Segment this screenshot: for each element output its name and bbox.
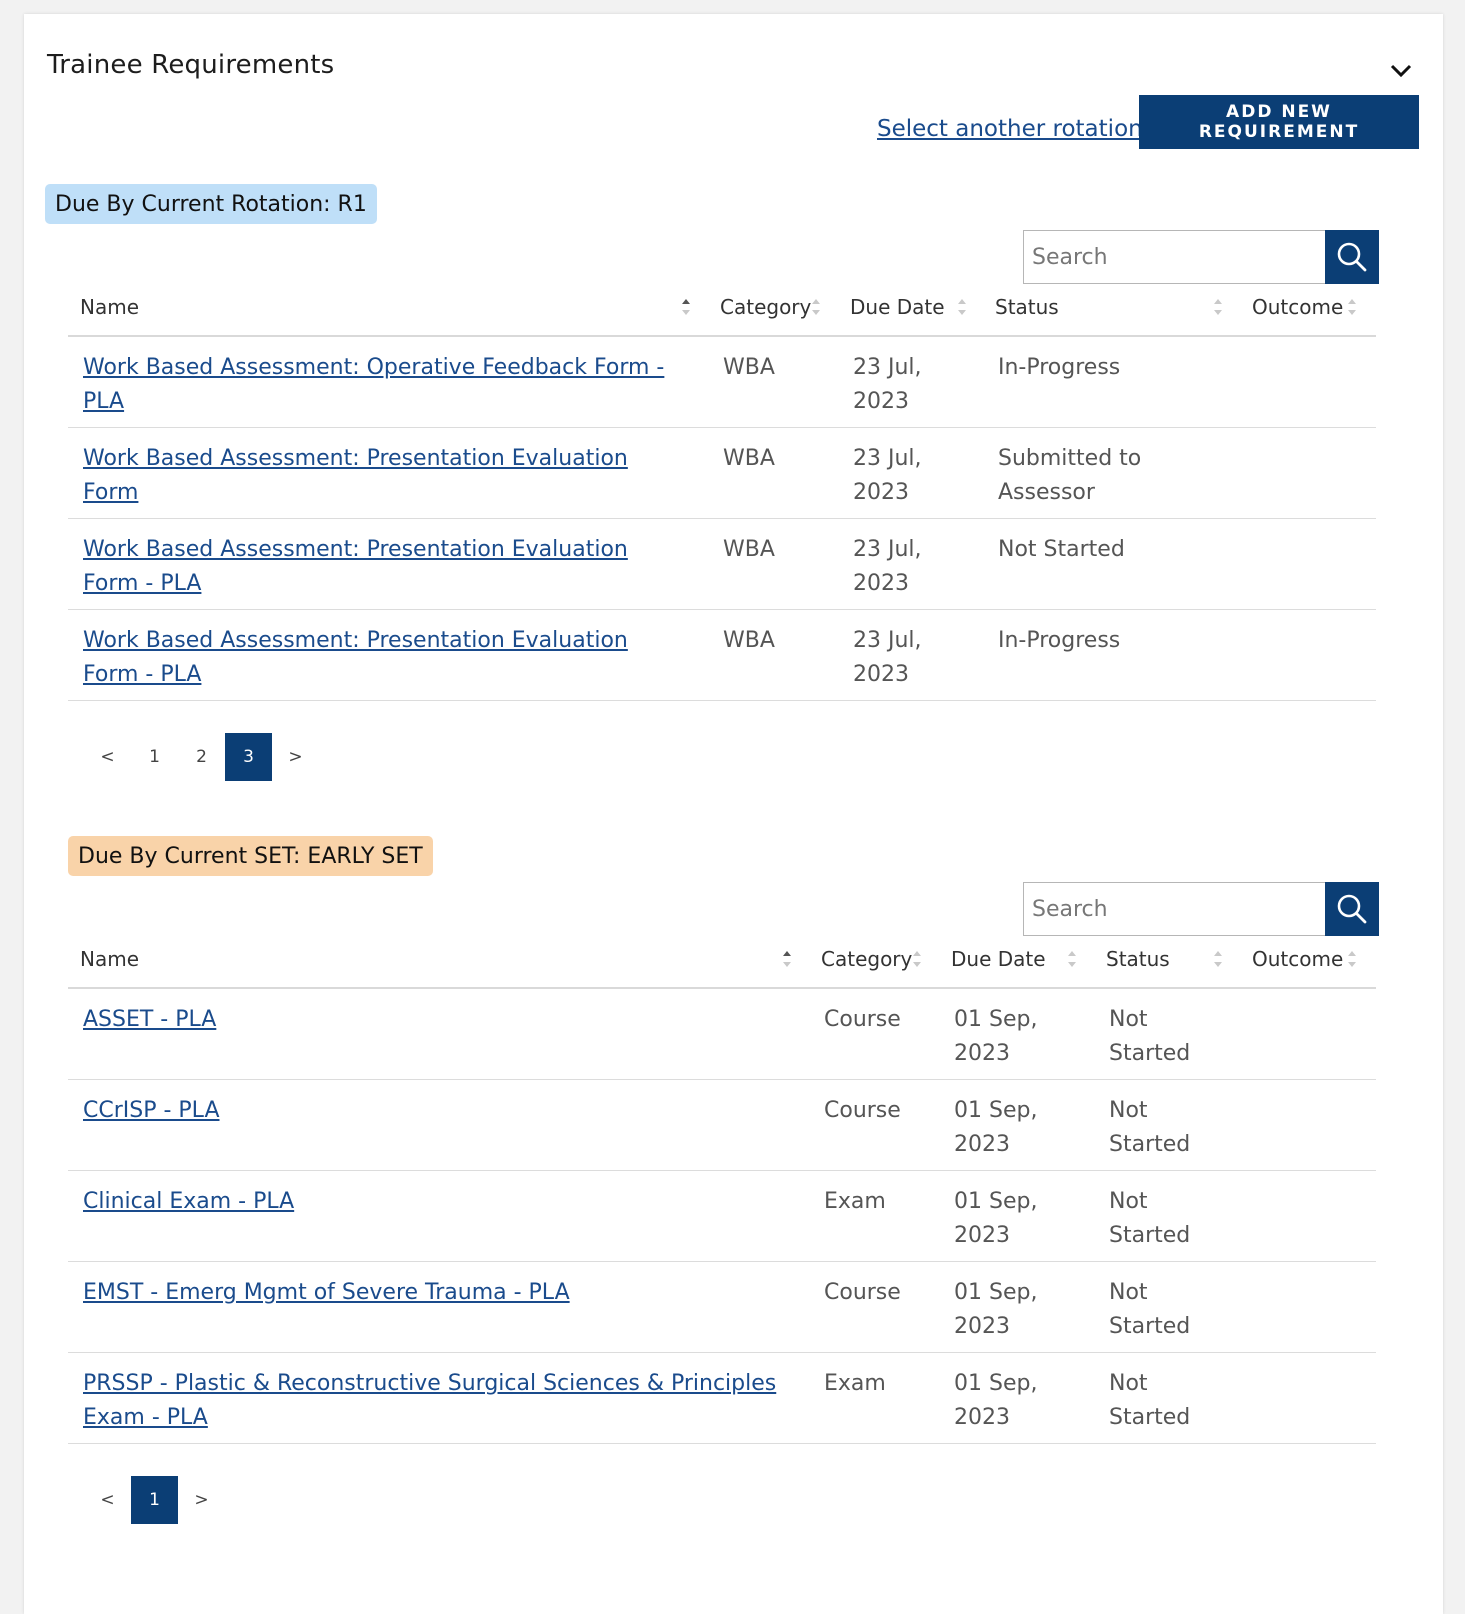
col-name-header[interactable]: Name bbox=[80, 279, 139, 335]
category-cell: Course bbox=[824, 1280, 901, 1305]
due-date-cell: 01 Sep, 2023 bbox=[954, 1007, 1038, 1066]
due-date-cell: 23 Jul, 2023 bbox=[853, 355, 922, 414]
col-category-header[interactable]: Category bbox=[821, 931, 912, 987]
col-status-header[interactable]: Status bbox=[995, 279, 1059, 335]
search-icon bbox=[1337, 894, 1367, 924]
status-cell: Submitted to Assessor bbox=[998, 446, 1142, 505]
prev-page-button[interactable]: < bbox=[84, 733, 131, 781]
sort-status-icon[interactable] bbox=[1213, 297, 1223, 319]
due-date-cell: 23 Jul, 2023 bbox=[853, 537, 922, 596]
col-due-date-header[interactable]: Due Date bbox=[951, 931, 1046, 987]
due-date-cell: 23 Jul, 2023 bbox=[853, 628, 922, 687]
col-due-date-header[interactable]: Due Date bbox=[850, 279, 945, 335]
due-date-cell: 01 Sep, 2023 bbox=[954, 1371, 1038, 1430]
table-header: Name Category Due Date Status Outcome bbox=[68, 931, 1376, 989]
status-cell: In-Progress bbox=[998, 628, 1121, 653]
status-cell: Not Started bbox=[1109, 1098, 1191, 1157]
status-cell: Not Started bbox=[1109, 1280, 1191, 1339]
status-cell: Not Started bbox=[1109, 1371, 1191, 1430]
table-row: Work Based Assessment: Presentation Eval… bbox=[68, 428, 1376, 519]
table-row: CCrISP - PLA Course 01 Sep, 2023 Not Star… bbox=[68, 1080, 1376, 1171]
due-date-cell: 01 Sep, 2023 bbox=[954, 1280, 1038, 1339]
requirement-link[interactable]: EMST - Emerg Mgmt of Severe Trauma - PLA bbox=[83, 1280, 570, 1305]
status-cell: Not Started bbox=[998, 537, 1125, 562]
table-row: Work Based Assessment: Presentation Eval… bbox=[68, 610, 1376, 701]
page-button[interactable]: 1 bbox=[131, 733, 178, 781]
table-row: ASSET - PLA Course 01 Sep, 2023 Not Start… bbox=[68, 989, 1376, 1080]
status-cell: Not Started bbox=[1109, 1007, 1191, 1066]
sort-status-icon[interactable] bbox=[1213, 949, 1223, 971]
sort-due-date-icon[interactable] bbox=[957, 297, 967, 319]
table-row: EMST - Emerg Mgmt of Severe Trauma - PLA… bbox=[68, 1262, 1376, 1353]
col-outcome-header[interactable]: Outcome bbox=[1252, 279, 1343, 335]
set-search bbox=[1023, 882, 1379, 936]
table-header: Name Category Due Date Status Outcome bbox=[68, 279, 1376, 337]
rotation-search bbox=[1023, 230, 1379, 284]
sort-category-icon[interactable] bbox=[912, 949, 922, 971]
requirement-link[interactable]: Clinical Exam - PLA bbox=[83, 1189, 294, 1214]
trainee-requirements-card: Trainee Requirements Select another rota… bbox=[24, 14, 1443, 1614]
rotation-badge: Due By Current Rotation: R1 bbox=[45, 184, 377, 224]
sort-name-icon[interactable] bbox=[681, 297, 691, 319]
table-row: Work Based Assessment: Presentation Eval… bbox=[68, 519, 1376, 610]
category-cell: WBA bbox=[723, 446, 775, 471]
sort-due-date-icon[interactable] bbox=[1067, 949, 1077, 971]
set-search-input[interactable] bbox=[1023, 882, 1325, 936]
due-date-cell: 01 Sep, 2023 bbox=[954, 1189, 1038, 1248]
due-date-cell: 23 Jul, 2023 bbox=[853, 446, 922, 505]
rotation-search-input[interactable] bbox=[1023, 230, 1325, 284]
category-cell: Exam bbox=[824, 1371, 886, 1396]
table-row: PRSSP - Plastic & Reconstructive Surgica… bbox=[68, 1353, 1376, 1444]
sort-outcome-icon[interactable] bbox=[1347, 297, 1357, 319]
requirement-link[interactable]: PRSSP - Plastic & Reconstructive Surgica… bbox=[83, 1371, 776, 1430]
col-name-header[interactable]: Name bbox=[80, 931, 139, 987]
category-cell: WBA bbox=[723, 355, 775, 380]
requirement-link[interactable]: Work Based Assessment: Operative Feedbac… bbox=[83, 355, 664, 414]
set-table: Name Category Due Date Status Outcome AS… bbox=[68, 931, 1376, 1444]
rotation-table: Name Category Due Date Status Outcome Wo… bbox=[68, 279, 1376, 701]
sort-name-icon[interactable] bbox=[782, 949, 792, 971]
category-cell: WBA bbox=[723, 628, 775, 653]
prev-page-button[interactable]: < bbox=[84, 1476, 131, 1524]
due-date-cell: 01 Sep, 2023 bbox=[954, 1098, 1038, 1157]
page-button[interactable]: 2 bbox=[178, 733, 225, 781]
add-new-requirement-button[interactable]: ADD NEW REQUIREMENT bbox=[1139, 95, 1419, 149]
set-pagination: < 1 > bbox=[84, 1476, 225, 1524]
next-page-button[interactable]: > bbox=[272, 733, 319, 781]
table-row: Clinical Exam - PLA Exam 01 Sep, 2023 Not… bbox=[68, 1171, 1376, 1262]
table-row: Work Based Assessment: Operative Feedbac… bbox=[68, 337, 1376, 428]
search-icon bbox=[1337, 242, 1367, 272]
current-page-button[interactable]: 1 bbox=[131, 1476, 178, 1524]
card-title: Trainee Requirements bbox=[47, 50, 335, 80]
status-cell: Not Started bbox=[1109, 1189, 1191, 1248]
chevron-down-icon bbox=[1390, 64, 1412, 78]
current-page-button[interactable]: 3 bbox=[225, 733, 272, 781]
requirement-link[interactable]: CCrISP - PLA bbox=[83, 1098, 220, 1123]
category-cell: Course bbox=[824, 1098, 901, 1123]
set-badge: Due By Current SET: EARLY SET bbox=[68, 836, 433, 876]
next-page-button[interactable]: > bbox=[178, 1476, 225, 1524]
col-status-header[interactable]: Status bbox=[1106, 931, 1170, 987]
category-cell: Exam bbox=[824, 1189, 886, 1214]
col-category-header[interactable]: Category bbox=[720, 279, 811, 335]
category-cell: Course bbox=[824, 1007, 901, 1032]
requirement-link[interactable]: Work Based Assessment: Presentation Eval… bbox=[83, 537, 628, 596]
sort-category-icon[interactable] bbox=[811, 297, 821, 319]
collapse-toggle[interactable] bbox=[1386, 56, 1416, 86]
requirement-link[interactable]: Work Based Assessment: Presentation Eval… bbox=[83, 628, 628, 687]
requirement-link[interactable]: Work Based Assessment: Presentation Eval… bbox=[83, 446, 628, 505]
set-search-button[interactable] bbox=[1325, 882, 1379, 936]
col-outcome-header[interactable]: Outcome bbox=[1252, 931, 1343, 987]
requirement-link[interactable]: ASSET - PLA bbox=[83, 1007, 216, 1032]
status-cell: In-Progress bbox=[998, 355, 1121, 380]
select-another-rotation-link[interactable]: Select another rotation bbox=[877, 116, 1143, 142]
category-cell: WBA bbox=[723, 537, 775, 562]
sort-outcome-icon[interactable] bbox=[1347, 949, 1357, 971]
rotation-search-button[interactable] bbox=[1325, 230, 1379, 284]
rotation-pagination: < 1 2 3 > bbox=[84, 733, 319, 781]
